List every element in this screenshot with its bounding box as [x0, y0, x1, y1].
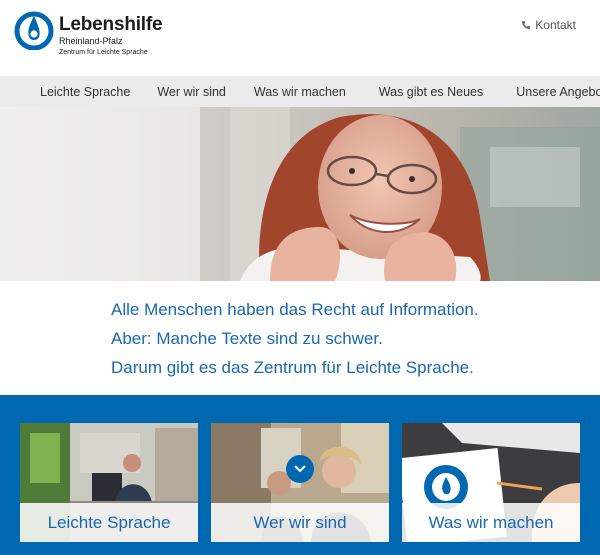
- intro-line-1: Alle Menschen haben das Recht auf Inform…: [111, 299, 479, 319]
- contact-label: Kontakt: [535, 18, 576, 32]
- logo[interactable]: Lebenshilfe Rheinland-Pfalz Zentrum für …: [14, 10, 174, 60]
- contact-link[interactable]: Kontakt: [521, 18, 576, 32]
- card-wer-wir-sind[interactable]: Wer wir sind: [211, 423, 389, 542]
- card-label: Was wir machen: [402, 503, 580, 542]
- logo-tagline: Zentrum für Leichte Sprache: [59, 49, 148, 56]
- intro-text: Alle Menschen haben das Recht auf Inform…: [0, 281, 600, 395]
- intro-line-3: Darum gibt es das Zentrum für Leichte Sp…: [111, 357, 474, 377]
- logo-subtitle: Rheinland-Pfalz: [59, 36, 123, 46]
- card-label: Wer wir sind: [211, 503, 389, 542]
- main-nav: Leichte Sprache Wer wir sind Was wir mac…: [0, 76, 600, 107]
- teaser-section: Leichte Sprache Wer wir sind Was wir mac…: [0, 395, 600, 555]
- lebenshilfe-logo-icon: [14, 11, 54, 50]
- chevron-down-button[interactable]: [286, 455, 314, 483]
- phone-icon: [522, 21, 531, 29]
- nav-item-was-wir-machen[interactable]: Was wir machen: [254, 85, 346, 99]
- nav-item-unsere-angebote[interactable]: Unsere Angebote: [516, 85, 600, 99]
- logo-title: Lebenshilfe: [59, 14, 163, 35]
- card-label: Leichte Sprache: [20, 503, 198, 542]
- card-leichte-sprache[interactable]: Leichte Sprache: [20, 423, 198, 542]
- card-was-wir-machen[interactable]: Was wir machen: [402, 423, 580, 542]
- site-header: Lebenshilfe Rheinland-Pfalz Zentrum für …: [0, 0, 600, 76]
- nav-item-wer-wir-sind[interactable]: Wer wir sind: [157, 85, 226, 99]
- intro-line-2: Aber: Manche Texte sind zu schwer.: [111, 328, 383, 348]
- hero-photo: [0, 107, 600, 281]
- nav-item-leichte-sprache[interactable]: Leichte Sprache: [40, 85, 130, 99]
- chevron-down-icon: [294, 465, 306, 473]
- nav-item-was-gibt-es-neues[interactable]: Was gibt es Neues: [379, 85, 483, 99]
- hero-image: [0, 107, 600, 281]
